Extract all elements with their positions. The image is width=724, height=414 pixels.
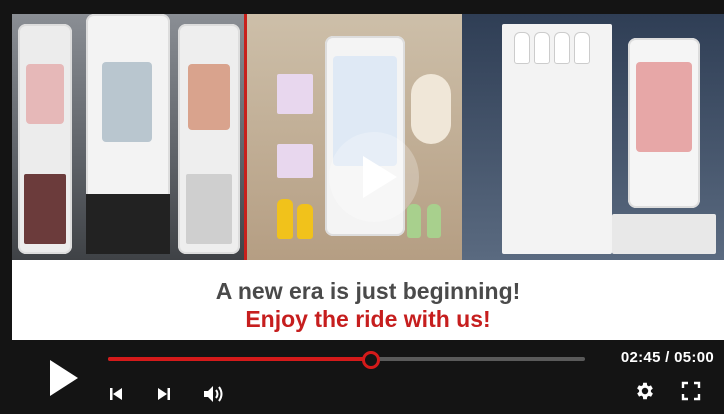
product-box <box>277 144 313 178</box>
time-display: 02:45 / 05:00 <box>621 349 714 366</box>
product-bottle <box>514 32 530 64</box>
product-display <box>411 74 451 144</box>
duration: 05:00 <box>674 349 714 366</box>
video-caption: A new era is just beginning! Enjoy the r… <box>12 260 724 340</box>
play-icon <box>363 156 397 198</box>
caption-line-1: A new era is just beginning! <box>215 278 521 304</box>
previous-button[interactable] <box>108 386 124 407</box>
product-bottle <box>554 32 570 64</box>
kiosk <box>86 14 170 254</box>
big-play-button[interactable] <box>329 132 419 222</box>
kiosk <box>628 38 700 208</box>
kiosk-shelf <box>24 174 66 244</box>
video-frame[interactable]: A new era is just beginning! Enjoy the r… <box>12 14 724 340</box>
product-shelf <box>612 214 716 254</box>
volume-button[interactable] <box>203 384 225 409</box>
product-bottle <box>297 204 313 239</box>
skip-next-icon <box>158 388 170 400</box>
product-bottle <box>534 32 550 64</box>
kiosk-shelf <box>186 174 232 244</box>
progress-bar[interactable] <box>108 351 585 369</box>
gear-icon <box>637 382 653 400</box>
player-controls: 02:45 / 05:00 <box>0 340 724 414</box>
fullscreen-button[interactable] <box>681 381 701 406</box>
fullscreen-icon <box>681 381 701 401</box>
progress-thumb[interactable] <box>362 351 381 369</box>
caption-line-2: Enjoy the ride with us! <box>245 306 491 332</box>
kiosk-screen <box>26 64 64 124</box>
volume-icon <box>204 386 223 402</box>
settings-button[interactable] <box>634 380 656 407</box>
progress-fill <box>108 357 371 361</box>
product-bottle <box>427 204 441 238</box>
video-player: A new era is just beginning! Enjoy the r… <box>0 0 724 414</box>
kiosk <box>178 24 240 254</box>
product-box <box>277 74 313 114</box>
product-bottle <box>574 32 590 64</box>
product-bottle <box>407 204 421 238</box>
play-button[interactable] <box>46 358 80 403</box>
kiosk-screen <box>636 62 692 152</box>
scene-panel-right <box>462 14 724 260</box>
next-button[interactable] <box>156 386 172 407</box>
product-bottle <box>277 199 293 239</box>
kiosk <box>18 24 72 254</box>
skip-previous-icon <box>110 388 122 400</box>
current-time: 02:45 <box>620 349 661 366</box>
time-separator: / <box>660 349 675 366</box>
kiosk-screen <box>102 62 152 142</box>
kiosk-base <box>86 194 170 254</box>
scene-panel-left <box>12 14 244 260</box>
kiosk-screen <box>188 64 230 130</box>
play-icon <box>50 360 78 396</box>
